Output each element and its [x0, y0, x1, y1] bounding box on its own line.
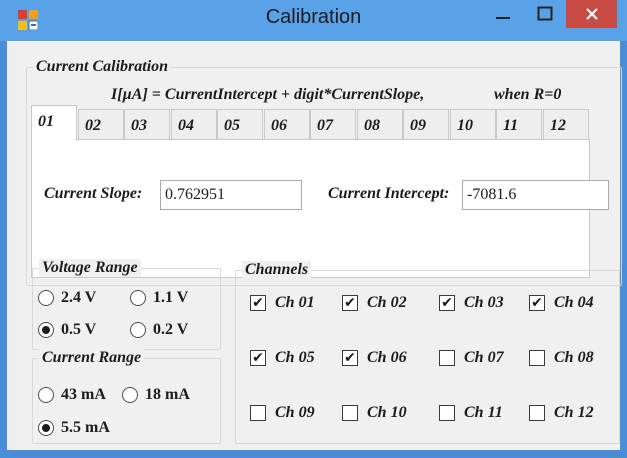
checkbox-box	[439, 350, 455, 366]
radio-circle	[38, 290, 54, 306]
channel-checkbox-02[interactable]: ✔ Ch 02	[342, 294, 407, 312]
tab-panel: Current Slope: 0.762951 Current Intercep…	[31, 139, 609, 278]
channel-checkbox-03[interactable]: ✔ Ch 03	[439, 294, 504, 312]
checkbox-box	[439, 405, 455, 421]
radio-label: 0.5 V	[61, 321, 97, 338]
radio-circle-selected	[38, 322, 54, 338]
channel-label: Ch 05	[275, 349, 315, 366]
current-18ma-radio[interactable]: 18 mA	[122, 386, 190, 404]
current-43ma-radio[interactable]: 43 mA	[38, 386, 106, 404]
title-bar[interactable]: Calibration	[0, 0, 627, 41]
channel-tabs: 01 02 03 04 05 06 07 08 09 10 11 12	[31, 105, 589, 141]
client-area: Current Calibration I[µA] = CurrentInter…	[7, 41, 622, 450]
radio-circle	[130, 290, 146, 306]
current-calibration-legend: Current Calibration	[33, 58, 172, 76]
channel-label: Ch 02	[367, 294, 407, 311]
calibration-window: Calibration Current Calibration I[µA] = …	[0, 0, 627, 458]
channel-checkbox-10[interactable]: Ch 10	[342, 404, 407, 422]
radio-circle	[130, 322, 146, 338]
channel-checkbox-07[interactable]: Ch 07	[439, 349, 504, 367]
current-slope-field[interactable]: 0.762951	[160, 180, 302, 210]
maximize-button[interactable]	[526, 0, 564, 28]
checkmark-icon: ✔	[342, 350, 358, 366]
radio-circle	[122, 387, 138, 403]
current-intercept-field[interactable]: -7081.6	[462, 180, 609, 210]
checkmark-icon: ✔	[439, 295, 455, 311]
channels-legend: Channels	[242, 261, 312, 279]
close-icon	[585, 8, 598, 20]
radio-label: 1.1 V	[153, 289, 189, 306]
tab-06[interactable]: 06	[264, 109, 310, 139]
channel-checkbox-01[interactable]: ✔ Ch 01	[250, 294, 315, 312]
channel-checkbox-12[interactable]: Ch 12	[529, 404, 594, 422]
tab-02[interactable]: 02	[78, 109, 124, 139]
current-intercept-label: Current Intercept:	[328, 185, 450, 202]
radio-circle-selected	[38, 420, 54, 436]
current-slope-label: Current Slope:	[44, 185, 143, 202]
checkmark-icon: ✔	[529, 295, 545, 311]
voltage-0-2v-radio[interactable]: 0.2 V	[130, 321, 188, 339]
voltage-range-legend: Voltage Range	[39, 259, 141, 277]
close-button[interactable]	[566, 0, 617, 28]
channel-checkbox-04[interactable]: ✔ Ch 04	[529, 294, 594, 312]
channel-label: Ch 01	[275, 294, 315, 311]
channel-checkbox-09[interactable]: Ch 09	[250, 404, 315, 422]
radio-label: 5.5 mA	[61, 419, 110, 436]
channel-label: Ch 10	[367, 404, 407, 421]
voltage-0-5v-radio[interactable]: 0.5 V	[38, 321, 96, 339]
channel-label: Ch 12	[554, 404, 594, 421]
radio-label: 18 mA	[145, 386, 190, 403]
tab-08[interactable]: 08	[357, 109, 403, 139]
radio-label: 0.2 V	[153, 321, 189, 338]
tab-05[interactable]: 05	[217, 109, 263, 139]
current-range-legend: Current Range	[39, 349, 145, 367]
channel-label: Ch 08	[554, 349, 594, 366]
checkmark-icon: ✔	[250, 350, 266, 366]
channel-label: Ch 03	[464, 294, 504, 311]
minimize-icon	[496, 17, 510, 19]
tab-09[interactable]: 09	[403, 109, 449, 139]
minimize-button[interactable]	[484, 0, 522, 28]
maximize-icon	[537, 6, 553, 21]
channel-checkbox-05[interactable]: ✔ Ch 05	[250, 349, 315, 367]
tab-11[interactable]: 11	[496, 109, 542, 139]
radio-label: 2.4 V	[61, 289, 97, 306]
checkbox-box	[529, 405, 545, 421]
checkbox-box	[529, 350, 545, 366]
tab-10[interactable]: 10	[450, 109, 496, 139]
channel-label: Ch 06	[367, 349, 407, 366]
tab-04[interactable]: 04	[171, 109, 217, 139]
channel-label: Ch 07	[464, 349, 504, 366]
channel-checkbox-11[interactable]: Ch 11	[439, 404, 503, 422]
tab-03[interactable]: 03	[124, 109, 170, 139]
checkbox-box	[342, 405, 358, 421]
channel-checkbox-06[interactable]: ✔ Ch 06	[342, 349, 407, 367]
channel-checkbox-08[interactable]: Ch 08	[529, 349, 594, 367]
channel-label: Ch 04	[554, 294, 594, 311]
radio-label: 43 mA	[61, 386, 106, 403]
checkbox-box	[250, 405, 266, 421]
current-5-5ma-radio[interactable]: 5.5 mA	[38, 419, 110, 437]
tab-12[interactable]: 12	[543, 109, 589, 139]
calibration-formula: I[µA] = CurrentIntercept + digit*Current…	[111, 86, 425, 103]
channel-label: Ch 11	[464, 404, 503, 421]
radio-circle	[38, 387, 54, 403]
tab-07[interactable]: 07	[310, 109, 356, 139]
voltage-1-1v-radio[interactable]: 1.1 V	[130, 289, 188, 307]
tab-01[interactable]: 01	[31, 105, 77, 141]
checkmark-icon: ✔	[250, 295, 266, 311]
calibration-formula-condition: when R=0	[494, 86, 562, 103]
voltage-2-4v-radio[interactable]: 2.4 V	[38, 289, 96, 307]
checkmark-icon: ✔	[342, 295, 358, 311]
channel-label: Ch 09	[275, 404, 315, 421]
